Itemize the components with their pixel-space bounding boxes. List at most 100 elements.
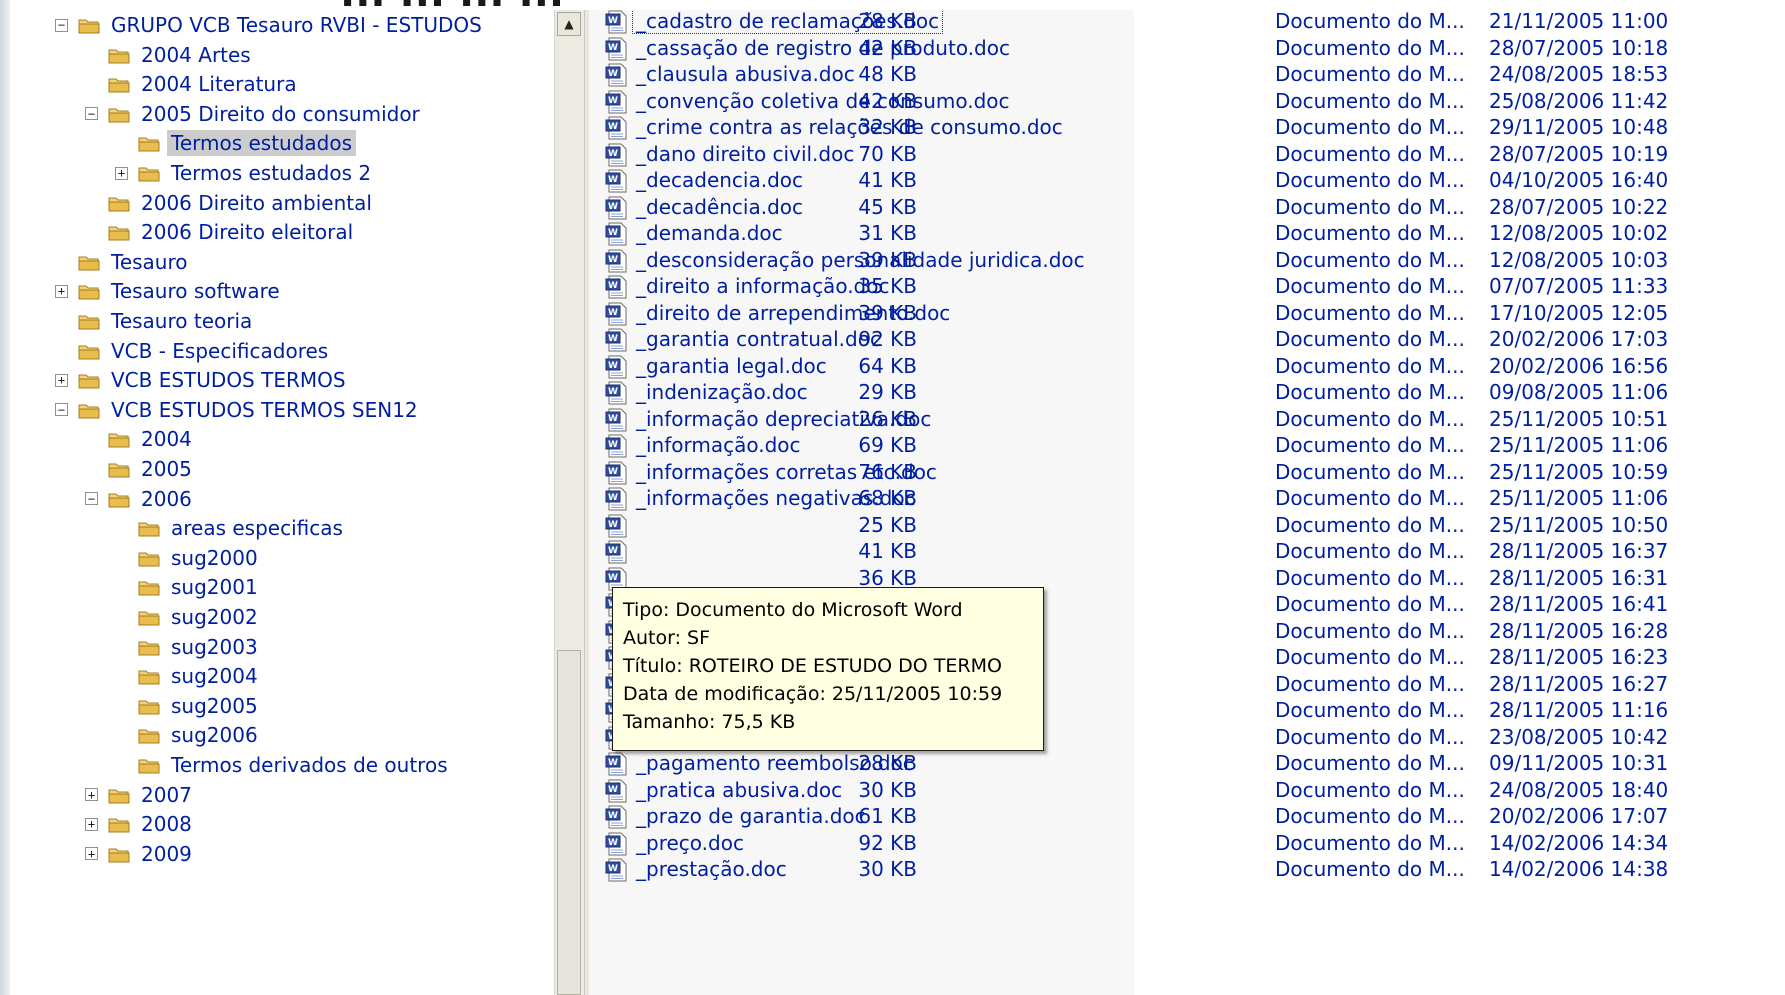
tree-item[interactable]: 2006 Direito eleitoral [85,217,357,247]
file-size: 39 KB [858,247,917,272]
tree-item[interactable]: 2004 [85,424,196,454]
file-name: _informação.doc [636,433,801,457]
expand-icon[interactable]: + [115,166,128,180]
tree-item[interactable]: + Tesauro software [55,276,284,306]
file-row[interactable]: W _decadência.doc 45 KB Documento do M... 28… [589,193,1785,223]
file-type: Documento do M... [1275,380,1465,404]
tree-item-label: 2006 Direito eleitoral [141,220,354,245]
svg-text:W: W [608,546,618,556]
svg-text:W: W [608,281,618,291]
tree-item[interactable]: + Termos estudados 2 [115,158,375,188]
file-row[interactable]: W _pratica abusiva.doc 30 KB Documento do M… [589,776,1785,806]
tree-item[interactable]: sug2000 [115,543,262,573]
svg-text:W: W [608,69,618,79]
file-row[interactable]: W _informação depreciativa.doc 26 KB Docume… [589,405,1785,435]
file-row[interactable]: W _informações corretas etc.doc 76 KB Docum… [589,458,1785,488]
word-document-icon: W [605,752,629,776]
file-modified-date: 20/02/2006 16:56 [1489,353,1669,378]
file-row[interactable]: W _crime contra as relações de consumo.do… [589,113,1785,143]
tree-item[interactable]: − VCB ESTUDOS TERMOS SEN12 [55,395,422,425]
file-row[interactable]: W _prazo de garantia.doc 61 KB Documento do… [589,802,1785,832]
expand-icon[interactable]: + [55,373,68,387]
tree-item[interactable]: sug2005 [115,691,262,721]
tree-item[interactable]: Termos derivados de outros [115,750,452,780]
tree-item[interactable]: areas especificas [115,513,347,543]
file-modified-date: 28/07/2005 10:22 [1489,194,1669,219]
tree-item[interactable]: − 2005 Direito do consumidor [85,99,424,129]
folder-tree-pane[interactable]: − GRUPO VCB Tesauro RVBI - ESTUDOS 2004 Ar… [10,10,554,995]
file-row[interactable]: W _preço.doc 92 KB Documento do M... 14/02/2… [589,829,1785,859]
file-type: Documento do M... [1275,406,1465,431]
file-row[interactable]: W _pagamento reembolso.doc 28 KB Documento … [589,749,1785,779]
tree-item[interactable]: +2008 [85,809,196,839]
tree-item[interactable]: +2009 [85,839,196,869]
file-row[interactable]: W _demanda.doc 31 KB Documento do M... 12/08… [589,219,1785,249]
tree-vertical-scrollbar[interactable]: ▲ [554,10,584,995]
expand-icon[interactable]: + [85,817,98,831]
tree-item[interactable]: sug2001 [115,572,262,602]
file-row[interactable]: W _clausula abusiva.doc 48 KB Documento do … [589,60,1785,90]
folder-icon [108,815,130,833]
file-row[interactable]: W _indenização.doc 29 KB Documento do M... 0… [589,378,1785,408]
file-row[interactable]: W _decadencia.doc 41 KB Documento do M... 04… [589,166,1785,196]
file-row[interactable]: W _direito de arrependimento.doc 39 KB Docu… [589,299,1785,329]
svg-text:W: W [608,361,618,371]
tree-item[interactable]: +2007 [85,780,196,810]
tree-item[interactable]: Termos estudados [115,128,357,158]
tree-item[interactable]: 2004 Literatura [85,69,301,99]
file-type: Documento do M... [1275,115,1465,139]
folder-icon [138,549,160,567]
file-row[interactable]: W _convenção coletiva de consumo.doc 42 KB… [589,87,1785,117]
file-row[interactable]: W _garantia legal.doc 64 KB Documento do M.… [589,352,1785,382]
tree-item[interactable]: + VCB ESTUDOS TERMOS [55,365,350,395]
file-row[interactable]: W _dano direito civil.doc 70 KB Documento d… [589,140,1785,170]
word-document-icon: W [605,10,629,34]
file-row[interactable]: W _direito a informação.doc 35 KB Documento… [589,272,1785,302]
expand-icon[interactable]: + [55,284,68,298]
file-size: 70 KB [858,141,917,166]
tree-item-label: GRUPO VCB Tesauro RVBI - ESTUDOS [111,13,482,37]
scrollbar-thumb[interactable] [557,650,581,995]
file-row[interactable]: W _garantia contratual.doc 92 KB Documento … [589,325,1785,355]
tree-item[interactable]: sug2006 [115,720,262,750]
file-modified-date: 20/02/2006 17:07 [1489,804,1669,828]
tooltip-type: Tipo: Documento do Microsoft Word [623,599,963,621]
tree-item-label: VCB ESTUDOS TERMOS SEN12 [111,397,418,422]
file-row[interactable]: W _informação.doc 69 KB Documento do M... 25… [589,431,1785,461]
folder-icon [138,134,160,152]
tree-item[interactable]: − 2006 [85,484,196,514]
tree-item[interactable]: sug2002 [115,602,262,632]
file-row[interactable]: W _desconsideração personalidade juridica… [589,246,1785,276]
tree-item[interactable]: Tesauro teoria [55,306,256,336]
tree-item[interactable]: Tesauro [55,247,192,277]
collapse-icon[interactable]: − [55,403,68,417]
tree-item[interactable]: sug2004 [115,661,262,691]
tree-item[interactable]: sug2003 [115,632,262,662]
file-type: Documento do M... [1275,433,1465,457]
file-type: Documento do M... [1275,141,1465,166]
tree-item[interactable]: 2006 Direito ambiental [85,188,376,218]
file-row[interactable]: W 41 KB Documento do M... 28/11/2005 16:37 [589,537,1785,567]
file-list-pane[interactable]: W _cadastro de reclamações.doc 28 KB Docume… [589,10,1785,995]
expand-icon[interactable]: + [85,788,98,802]
collapse-icon[interactable]: − [85,107,98,121]
tree-item[interactable]: VCB - Especificadores [55,336,332,366]
collapse-icon[interactable]: − [85,492,98,506]
file-name: _clausula abusiva.doc [636,62,855,86]
file-modified-date: 28/11/2005 11:16 [1489,698,1669,722]
file-row[interactable]: W 25 KB Documento do M... 25/11/2005 10:50 [589,511,1785,541]
tree-item[interactable]: 2005 [85,454,196,484]
file-row[interactable]: W _prestação.doc 30 KB Documento do M... 14/… [589,855,1785,885]
expand-icon[interactable]: + [85,847,98,861]
file-row[interactable]: W _cassação de registro de produto.doc 42 … [589,34,1785,64]
file-modified-date: 28/11/2005 16:28 [1489,618,1669,643]
collapse-icon[interactable]: − [55,18,68,32]
file-modified-date: 23/08/2005 10:42 [1489,724,1669,749]
tree-item[interactable]: − GRUPO VCB Tesauro RVBI - ESTUDOS [55,10,486,40]
file-row[interactable]: W _informações negativas.doc 68 KB Document… [589,484,1785,514]
tree-item-label: Termos estudados 2 [171,161,372,185]
folder-icon [108,786,130,804]
scroll-up-arrow-icon[interactable]: ▲ [557,12,581,36]
tree-item[interactable]: 2004 Artes [85,40,255,70]
file-type: Documento do M... [1275,830,1465,855]
